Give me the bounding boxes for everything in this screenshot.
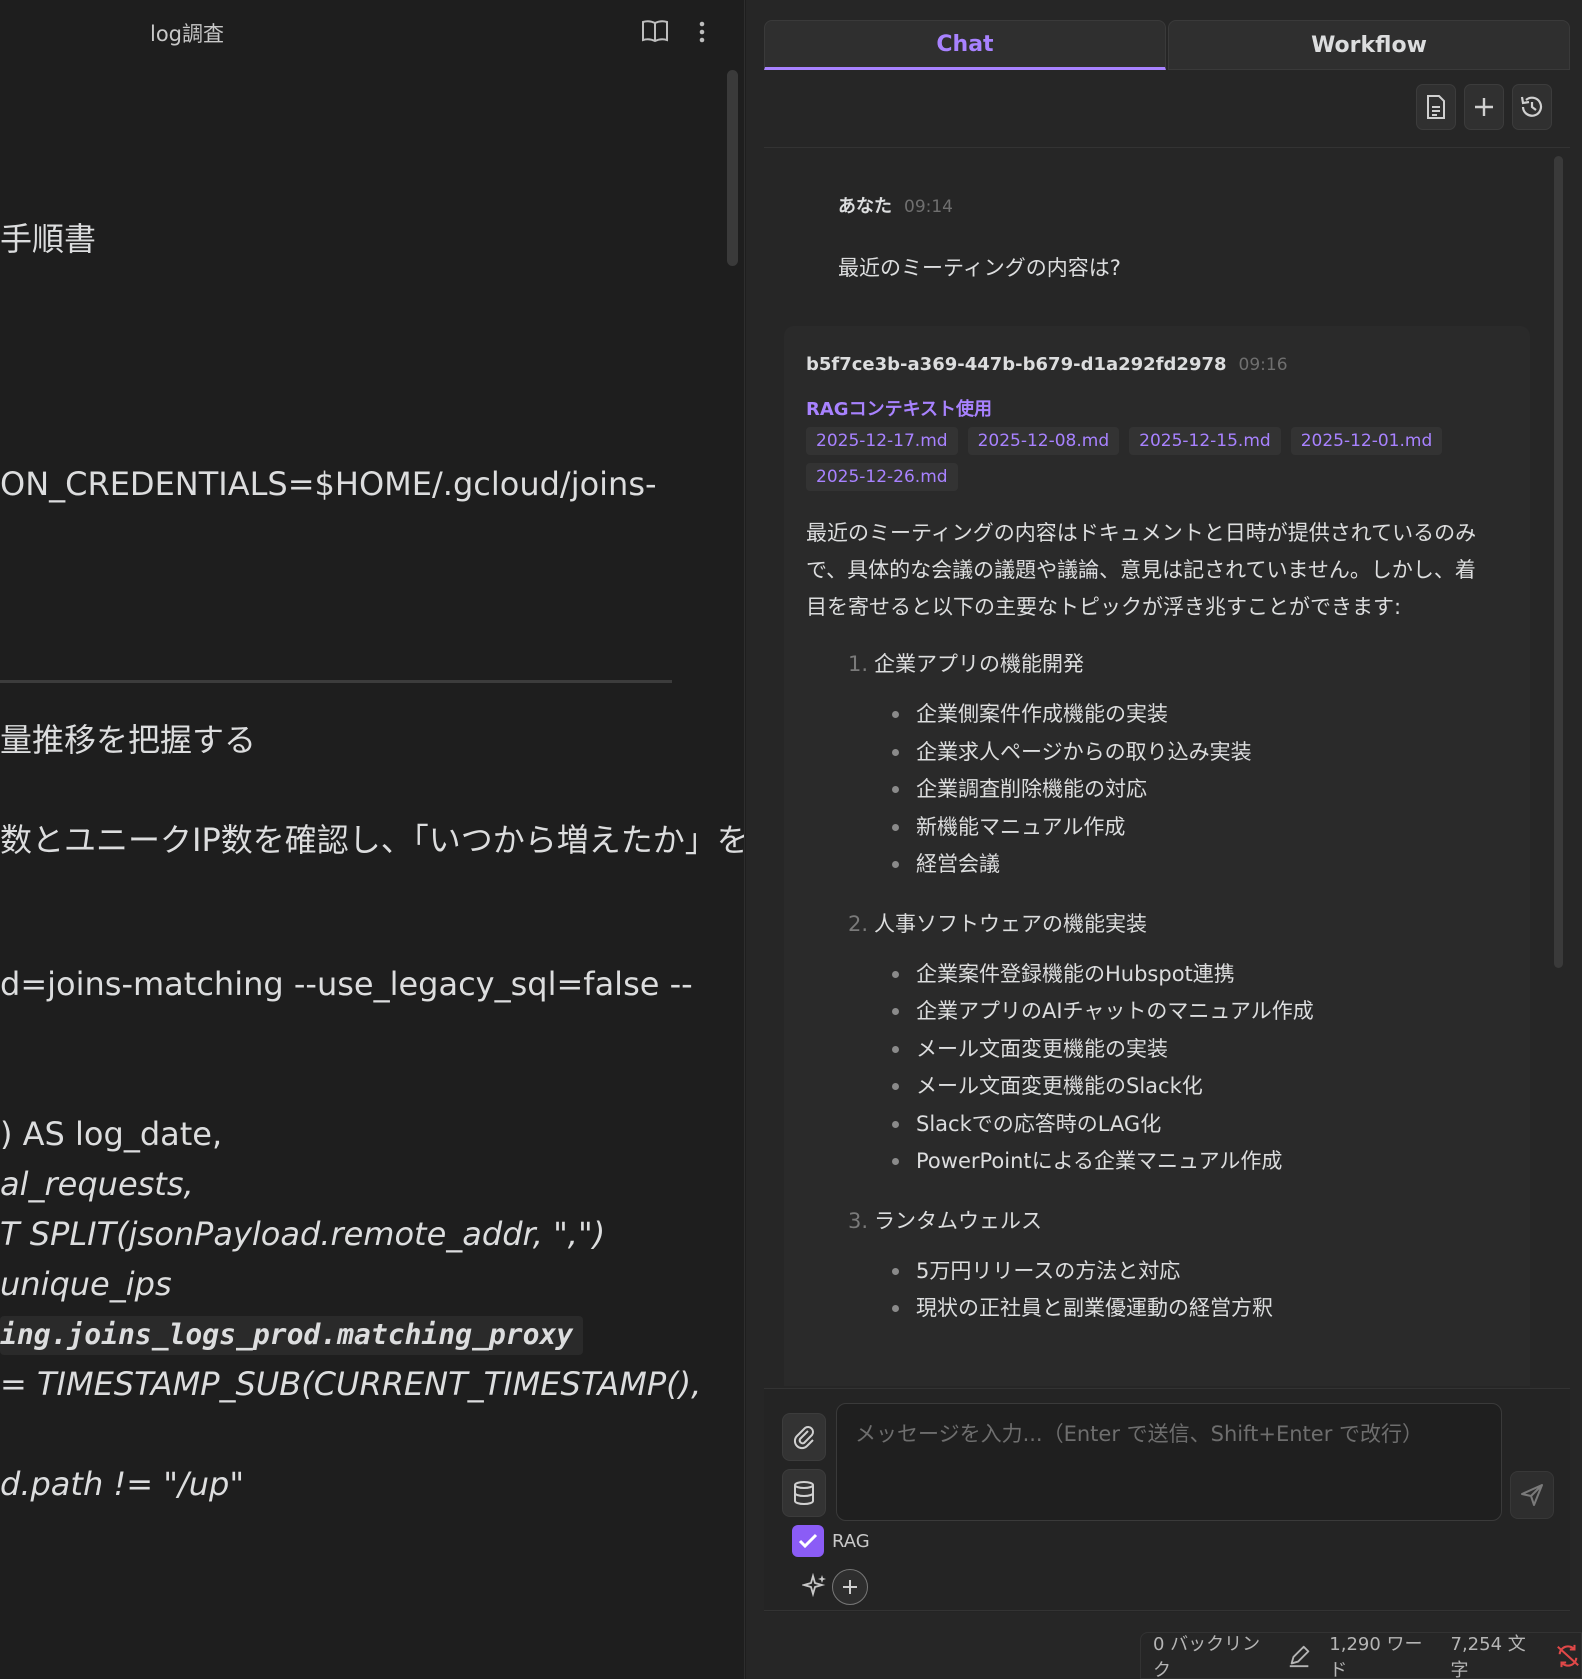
status-bar: 0 バックリンク 1,290 ワード 7,254 文字 bbox=[1140, 1632, 1582, 1679]
list-item: 企業調査削除機能の対応 bbox=[892, 773, 1508, 811]
source-chip[interactable]: 2025-12-15.md bbox=[1129, 427, 1281, 455]
doc-line: al_requests, bbox=[0, 1165, 194, 1203]
tab-chat[interactable]: Chat bbox=[764, 20, 1166, 70]
doc-line: d=joins-matching --use_legacy_sql=false … bbox=[0, 965, 693, 1003]
horizontal-rule bbox=[0, 680, 672, 683]
doc-line: T SPLIT(jsonPayload.remote_addr, ",") bbox=[0, 1215, 606, 1253]
book-open-icon[interactable] bbox=[641, 18, 669, 44]
word-count: 1,290 ワード bbox=[1329, 1633, 1423, 1679]
source-chip[interactable]: 2025-12-26.md bbox=[806, 463, 958, 491]
list-section-title: 人事ソフトウェアの機能実装 bbox=[874, 911, 1148, 936]
list-item: 企業側案件作成機能の実装 bbox=[892, 698, 1508, 736]
message-time: 09:16 bbox=[1238, 355, 1288, 375]
plus-icon bbox=[1475, 98, 1493, 116]
message-input[interactable] bbox=[836, 1403, 1502, 1521]
list-item: 企業案件登録機能のHubspot連携 bbox=[892, 958, 1508, 996]
chat-pane: Chat Workflow あなた 09:14 最近のミーティングの内容は? b… bbox=[746, 0, 1582, 1679]
database-button[interactable] bbox=[782, 1469, 826, 1517]
message-list: あなた 09:14 最近のミーティングの内容は? b5f7ce3b-a369-4… bbox=[764, 150, 1550, 1386]
database-icon bbox=[794, 1481, 814, 1505]
new-chat-button[interactable] bbox=[1464, 84, 1504, 130]
list-item: メール文面変更機能のSlack化 bbox=[892, 1070, 1508, 1108]
list-item: PowerPointによる企業マニュアル作成 bbox=[892, 1145, 1508, 1183]
doc-line: 量推移を把握する bbox=[0, 721, 257, 759]
chat-toolbar bbox=[1416, 84, 1552, 130]
doc-line: ) AS log_date, bbox=[0, 1115, 223, 1153]
list-item: 新機能マニュアル作成 bbox=[892, 811, 1508, 849]
backlinks-count[interactable]: 0 バックリンク bbox=[1153, 1630, 1269, 1679]
history-icon bbox=[1520, 96, 1543, 117]
doc-line: unique_ips bbox=[0, 1265, 172, 1303]
list-item: 現状の正社員と副業優運動の経営方釈 bbox=[892, 1292, 1508, 1330]
list-number: 2. bbox=[848, 911, 869, 936]
tab-workflow[interactable]: Workflow bbox=[1168, 20, 1570, 70]
rag-context-label: RAGコンテキスト使用 bbox=[806, 399, 993, 420]
list-section: 1. 企業アプリの機能開発 bbox=[806, 648, 1508, 678]
source-chip[interactable]: 2025-12-17.md bbox=[806, 427, 958, 455]
list-item: 企業求人ページからの取り込み実装 bbox=[892, 736, 1508, 774]
add-tool-button[interactable] bbox=[832, 1569, 868, 1605]
doc-line: = TIMESTAMP_SUB(CURRENT_TIMESTAMP(), bbox=[0, 1365, 702, 1403]
doc-line: 数とユニークIP数を確認し、「いつから増えたか」を特 bbox=[0, 821, 745, 859]
user-message: あなた 09:14 最近のミーティングの内容は? bbox=[838, 192, 1518, 282]
sync-error-icon[interactable] bbox=[1555, 1643, 1581, 1669]
attach-button[interactable] bbox=[782, 1413, 826, 1461]
doc-line: 手順書 bbox=[0, 220, 97, 258]
divider bbox=[764, 1610, 1570, 1611]
note-title: log調査 bbox=[150, 22, 225, 46]
list-item: 企業アプリのAIチャットのマニュアル作成 bbox=[892, 995, 1508, 1033]
tab-bar: Chat Workflow bbox=[764, 20, 1570, 70]
list-number: 1. bbox=[848, 652, 869, 676]
rag-toggle[interactable]: RAG bbox=[792, 1525, 870, 1557]
composer: RAG bbox=[764, 1388, 1570, 1612]
doc-line: ON_CREDENTIALS=$HOME/.gcloud/joins- bbox=[0, 465, 657, 503]
source-chip[interactable]: 2025-12-01.md bbox=[1290, 427, 1443, 455]
list-section-title: 企業アプリの機能開発 bbox=[874, 652, 1085, 676]
chat-scrollbar[interactable] bbox=[1554, 156, 1563, 968]
editor-pane: log調査 手順書 ON_CREDENTIALS=$HOME/.gcloud/j… bbox=[0, 0, 745, 1679]
plus-icon bbox=[843, 1580, 857, 1594]
app-window: log調査 手順書 ON_CREDENTIALS=$HOME/.gcloud/j… bbox=[0, 0, 1582, 1679]
list-number: 3. bbox=[848, 1208, 869, 1233]
editor-header: log調査 bbox=[0, 0, 744, 64]
rag-checkbox-label: RAG bbox=[832, 1530, 870, 1552]
list-item: 5万円リリースの方法と対応 bbox=[892, 1255, 1508, 1293]
sparkle-icon[interactable] bbox=[802, 1573, 828, 1599]
message-text: 最近のミーティングの内容はドキュメントと日時が提供されているのみで、具体的な会議… bbox=[806, 521, 1477, 619]
bullet-list: 5万円リリースの方法と対応 現状の正社員と副業優運動の経営方釈 bbox=[806, 1255, 1508, 1330]
pencil-icon[interactable] bbox=[1287, 1643, 1311, 1669]
rag-checkbox[interactable] bbox=[792, 1525, 824, 1557]
notes-button[interactable] bbox=[1416, 84, 1456, 130]
list-item: 経営会議 bbox=[892, 848, 1508, 886]
divider bbox=[764, 147, 1570, 148]
history-button[interactable] bbox=[1512, 84, 1552, 130]
more-vertical-icon[interactable] bbox=[695, 18, 709, 46]
bullet-list: 企業側案件作成機能の実装 企業求人ページからの取り込み実装 企業調査削除機能の対… bbox=[806, 698, 1508, 886]
doc-line: d.path != "/up" bbox=[0, 1465, 245, 1503]
send-button[interactable] bbox=[1510, 1471, 1554, 1519]
message-author: あなた bbox=[838, 196, 892, 217]
message-time: 09:14 bbox=[904, 197, 953, 217]
checkmark-icon bbox=[798, 1533, 818, 1549]
inline-code: ing.joins_logs_prod.matching_proxy bbox=[0, 1316, 584, 1355]
bullet-list: 企業案件登録機能のHubspot連携 企業アプリのAIチャットのマニュアル作成 … bbox=[806, 958, 1508, 1183]
list-item: メール文面変更機能の実装 bbox=[892, 1033, 1508, 1071]
list-section: 2. 人事ソフトウェアの機能実装 bbox=[806, 908, 1508, 938]
editor-scrollbar[interactable] bbox=[727, 70, 738, 266]
source-chips: 2025-12-17.md 2025-12-08.md 2025-12-15.m… bbox=[806, 427, 1446, 491]
list-section: 3. ランタムウェルス bbox=[806, 1205, 1508, 1235]
source-chip[interactable]: 2025-12-08.md bbox=[967, 427, 1120, 455]
send-icon bbox=[1521, 1484, 1543, 1506]
paperclip-icon bbox=[793, 1426, 814, 1450]
document-icon bbox=[1427, 95, 1445, 119]
list-item: Slackでの応答時のLAG化 bbox=[892, 1108, 1508, 1146]
assistant-message: b5f7ce3b-a369-447b-b679-d1a292fd2978 09:… bbox=[784, 326, 1530, 1386]
message-author: b5f7ce3b-a369-447b-b679-d1a292fd2978 bbox=[806, 354, 1227, 375]
message-text: 最近のミーティングの内容は? bbox=[838, 256, 1121, 280]
list-section-title: ランタムウェルス bbox=[874, 1208, 1043, 1233]
char-count: 7,254 文字 bbox=[1450, 1633, 1526, 1679]
